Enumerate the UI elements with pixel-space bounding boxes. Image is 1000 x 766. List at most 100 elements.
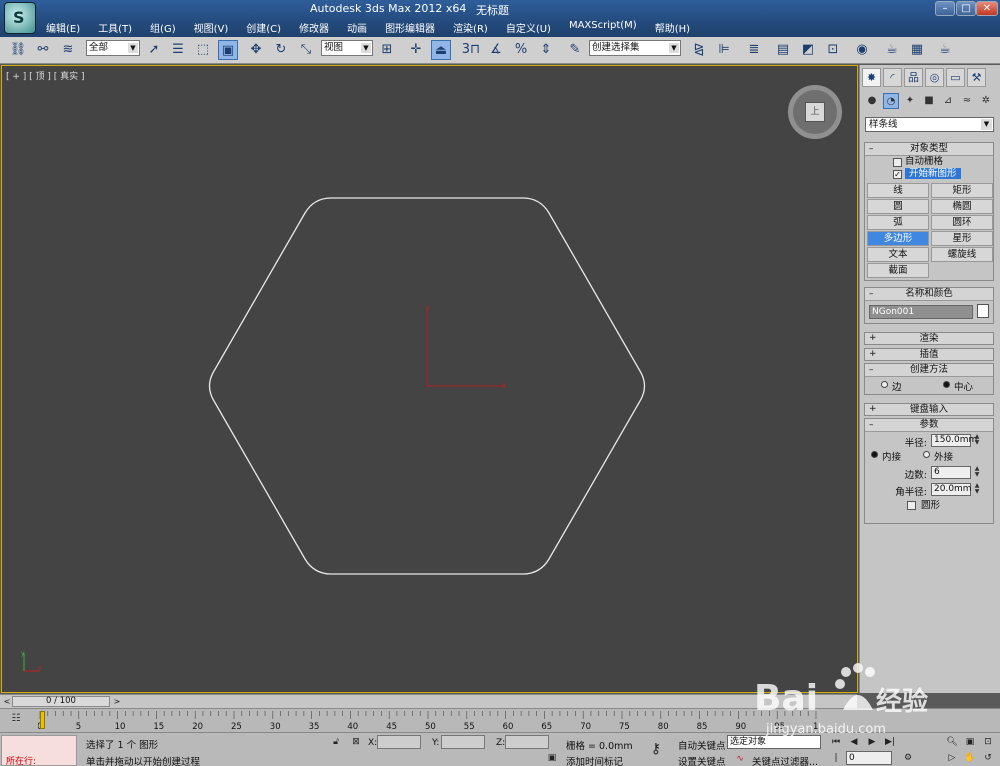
- menu-customize[interactable]: 自定义(U): [496, 18, 559, 36]
- bind-space-warp-icon[interactable]: ≋: [58, 40, 78, 60]
- edit-named-selection-icon[interactable]: ✎: [565, 40, 585, 60]
- key-mode-icon[interactable]: |◀▶|: [828, 751, 844, 765]
- time-slider-thumb[interactable]: 0 / 100: [12, 696, 110, 707]
- menu-rendering[interactable]: 渲染(R): [443, 18, 496, 36]
- lock-selection-icon[interactable]: 🔓︎: [328, 735, 344, 749]
- keyboard-entry-rollout-header[interactable]: + 键盘输入: [864, 403, 994, 416]
- menu-group[interactable]: 组(G): [140, 18, 184, 36]
- helpers-icon[interactable]: ⊿: [940, 93, 956, 109]
- edge-radio[interactable]: [881, 381, 888, 388]
- align-icon[interactable]: ⊫: [714, 40, 734, 60]
- pivot-center-icon[interactable]: ⊞: [377, 40, 397, 60]
- maxscript-listener[interactable]: 所在行:: [1, 735, 77, 766]
- time-tag-icon[interactable]: ▣: [544, 751, 560, 765]
- reference-coord-dropdown[interactable]: 视图 ▼: [321, 40, 373, 56]
- select-by-name-icon[interactable]: ☰: [168, 40, 188, 60]
- modify-tab-icon[interactable]: ◜: [883, 68, 902, 87]
- current-frame-field[interactable]: 0: [846, 751, 892, 765]
- shape-category-dropdown[interactable]: 样条线 ▼: [865, 117, 994, 132]
- sides-spinner[interactable]: 6: [931, 466, 971, 479]
- pan-view-icon[interactable]: ✋: [962, 751, 978, 765]
- key-icon[interactable]: ⚷: [648, 742, 664, 756]
- named-selection-dropdown[interactable]: 创建选择集 ▼: [589, 40, 681, 56]
- unlink-icon[interactable]: ⚯: [33, 40, 53, 60]
- prev-frame-icon[interactable]: ◀: [846, 735, 862, 749]
- app-logo-button[interactable]: S: [4, 2, 36, 34]
- auto-key-button[interactable]: 自动关键点: [678, 738, 726, 752]
- name-color-header[interactable]: – 名称和颜色: [865, 288, 993, 301]
- play-icon[interactable]: ▶: [864, 735, 880, 749]
- lights-icon[interactable]: ✦: [902, 93, 918, 109]
- select-manipulate-icon[interactable]: ✛: [406, 40, 426, 60]
- shapes-icon[interactable]: ◔: [883, 93, 899, 109]
- selection-filter-dropdown[interactable]: 全部 ▼: [86, 40, 140, 56]
- absolute-relative-icon[interactable]: ⊠: [348, 735, 364, 749]
- arc-button[interactable]: 弧: [867, 215, 929, 230]
- corner-radius-spinner-arrows-icon[interactable]: ▲ ▼: [973, 483, 981, 496]
- zoom-extents-all-icon[interactable]: ⊡: [980, 735, 996, 749]
- x-coord-field[interactable]: [377, 735, 421, 749]
- ngon-shape[interactable]: Y X: [2, 66, 857, 692]
- link-icon[interactable]: ⛓: [8, 40, 28, 60]
- menu-animation[interactable]: 动画: [337, 18, 375, 36]
- auto-grid-row[interactable]: 自动栅格: [865, 156, 993, 168]
- percent-snap-icon[interactable]: %: [511, 40, 531, 60]
- parameters-header[interactable]: – 参数: [865, 419, 993, 432]
- create-tab-icon[interactable]: ✸: [862, 68, 881, 87]
- set-key-button[interactable]: 设置关键点: [678, 754, 726, 766]
- zoom-extents-icon[interactable]: ▣: [962, 735, 978, 749]
- text-button[interactable]: 文本: [867, 247, 929, 262]
- star-button[interactable]: 星形: [931, 231, 993, 246]
- menu-tools[interactable]: 工具(T): [88, 18, 140, 36]
- time-slider[interactable]: < 0 / 100 >: [0, 694, 857, 708]
- render-production-icon[interactable]: ☕: [935, 40, 955, 60]
- radius-spinner[interactable]: 150.0mm: [931, 434, 977, 447]
- orbit-icon[interactable]: ↺: [980, 751, 996, 765]
- utilities-tab-icon[interactable]: ⚒: [967, 68, 986, 87]
- auto-grid-checkbox[interactable]: [893, 158, 902, 167]
- key-selection-set-dropdown[interactable]: 选定对象: [727, 735, 821, 749]
- space-warps-icon[interactable]: ≈: [959, 93, 975, 109]
- object-name-input[interactable]: NGon001: [869, 305, 973, 319]
- current-frame-marker[interactable]: [40, 711, 45, 729]
- time-config-icon[interactable]: ⚙: [900, 751, 916, 765]
- circle-button[interactable]: 圆: [867, 199, 929, 214]
- track-ruler[interactable]: 0510152025303540455055606570758085909510…: [38, 709, 818, 733]
- menu-modifiers[interactable]: 修改器: [289, 18, 337, 36]
- spinner-snap-icon[interactable]: ⇕: [536, 40, 556, 60]
- start-new-shape-checkbox[interactable]: ✓: [893, 170, 902, 179]
- viewcube[interactable]: 上: [788, 85, 842, 139]
- snap-toggle-icon[interactable]: 3⊓: [461, 40, 481, 60]
- ngon-button[interactable]: 多边形: [867, 231, 929, 246]
- angle-snap-icon[interactable]: ∡: [486, 40, 506, 60]
- render-setup-icon[interactable]: ☕: [882, 40, 902, 60]
- start-new-shape-row[interactable]: ✓ 开始新图形: [865, 168, 993, 180]
- graphite-ribbon-icon[interactable]: ▤: [773, 40, 793, 60]
- circular-checkbox[interactable]: [907, 501, 916, 510]
- interpolation-rollout-header[interactable]: + 插值: [864, 348, 994, 361]
- next-frame-icon[interactable]: ▶|: [882, 735, 898, 749]
- layer-manager-icon[interactable]: ≣: [744, 40, 764, 60]
- line-button[interactable]: 线: [867, 183, 929, 198]
- helix-button[interactable]: 螺旋线: [931, 247, 993, 262]
- material-editor-icon[interactable]: ◉: [852, 40, 872, 60]
- sides-spinner-arrows-icon[interactable]: ▲ ▼: [973, 466, 981, 479]
- viewcube-top-face[interactable]: 上: [805, 102, 825, 122]
- key-tangent-icon[interactable]: ∿: [732, 752, 748, 766]
- inscribed-radio[interactable]: [871, 451, 878, 458]
- z-coord-field[interactable]: [505, 735, 549, 749]
- creation-method-header[interactable]: – 创建方法: [865, 364, 993, 377]
- mirror-icon[interactable]: ⧎: [689, 40, 709, 60]
- rect-selection-icon[interactable]: ⬚: [193, 40, 213, 60]
- rendered-frame-window-icon[interactable]: ▦: [907, 40, 927, 60]
- ellipse-button[interactable]: 椭圆: [931, 199, 993, 214]
- schematic-view-icon[interactable]: ⊡: [823, 40, 843, 60]
- motion-tab-icon[interactable]: ◎: [925, 68, 944, 87]
- cameras-icon[interactable]: ■: [921, 93, 937, 109]
- top-viewport[interactable]: [ + ] [ 顶 ] [ 真实 ] Y X 上 y x: [1, 65, 858, 693]
- slider-prev-icon[interactable]: <: [2, 696, 12, 707]
- display-tab-icon[interactable]: ▭: [946, 68, 965, 87]
- curve-editor-icon[interactable]: ◩: [798, 40, 818, 60]
- select-object-icon[interactable]: ➚: [144, 40, 164, 60]
- circumscribed-radio[interactable]: [923, 451, 930, 458]
